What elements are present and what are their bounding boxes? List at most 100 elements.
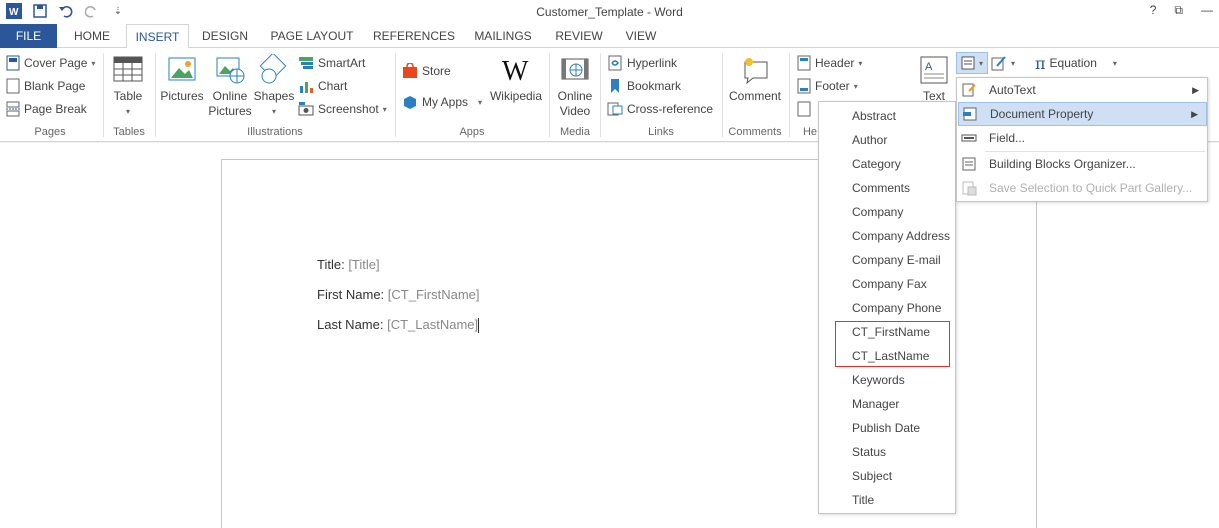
footer-icon	[797, 78, 811, 94]
page-break-button[interactable]: Page Break	[6, 99, 87, 119]
submenu-arrow-icon: ▶	[1191, 108, 1198, 119]
quick-parts-button[interactable]: ▾	[956, 52, 988, 74]
header-button[interactable]: Header ▾	[797, 53, 862, 73]
pi-icon: π	[1035, 53, 1046, 73]
menu-item-building-blocks-organizer[interactable]: Building Blocks Organizer...	[958, 152, 1207, 176]
property-status[interactable]: Status	[852, 442, 886, 462]
hyperlink-label: Hyperlink	[627, 56, 678, 70]
property-abstract[interactable]: Abstract	[852, 106, 896, 126]
smartart-label: SmartArt	[318, 56, 366, 70]
chart-label: Chart	[318, 79, 348, 93]
doc-line-last-name[interactable]: Last Name: [CT_LastName]	[317, 317, 480, 334]
screenshot-button[interactable]: Screenshot ▾	[298, 99, 387, 119]
tab-references[interactable]: REFERENCES	[369, 24, 459, 48]
wikipedia-button[interactable]: W Wikipedia	[488, 54, 544, 104]
property-company-fax[interactable]: Company Fax	[852, 274, 927, 294]
menu-item-save-selection[interactable]: Save Selection to Quick Part Gallery...	[958, 176, 1207, 200]
minimize-button[interactable]: —	[1201, 3, 1213, 18]
restore-button[interactable]: ⧉	[1174, 3, 1183, 18]
screenshot-label: Screenshot	[318, 102, 379, 116]
text-box-button[interactable]: A Text	[914, 54, 954, 104]
property-company-email[interactable]: Company E-mail	[852, 250, 941, 270]
online-video-icon	[561, 58, 589, 80]
group-label-apps: Apps	[459, 126, 485, 138]
property-company-address[interactable]: Company Address	[852, 226, 950, 246]
property-category[interactable]: Category	[852, 154, 901, 174]
property-author[interactable]: Author	[852, 130, 887, 150]
tab-home[interactable]: HOME	[62, 24, 122, 48]
my-apps-button[interactable]: My Apps ▾	[402, 92, 482, 112]
group-label-tables: Tables	[113, 126, 145, 138]
comment-icon	[744, 58, 768, 85]
my-apps-icon	[404, 96, 416, 109]
property-company-phone[interactable]: Company Phone	[852, 298, 941, 318]
chart-button[interactable]: Chart	[298, 76, 347, 96]
menu-item-document-property[interactable]: Document Property ▶	[958, 102, 1207, 126]
property-publish-date[interactable]: Publish Date	[852, 418, 920, 438]
document-property-label: Document Property	[990, 107, 1094, 121]
save-selection-icon	[961, 180, 977, 196]
property-comments[interactable]: Comments	[852, 178, 910, 198]
svg-text:W: W	[502, 56, 529, 86]
doc-label-last-name: Last Name:	[317, 317, 388, 332]
online-pictures-label-1: Online	[212, 89, 248, 103]
equation-button[interactable]: π Equation ▾	[1035, 53, 1117, 73]
group-label-media: Media	[560, 126, 590, 138]
wikipedia-label: Wikipedia	[489, 89, 543, 103]
chart-icon	[300, 82, 313, 93]
property-subject[interactable]: Subject	[852, 466, 892, 486]
comment-button[interactable]: Comment	[726, 54, 784, 104]
cross-reference-label: Cross-reference	[627, 102, 714, 116]
tab-insert[interactable]: INSERT	[126, 24, 189, 49]
custom-properties-highlight-box	[835, 321, 950, 367]
tab-mailings[interactable]: MAILINGS	[466, 24, 540, 48]
property-title[interactable]: Title	[852, 490, 874, 510]
tab-review[interactable]: REVIEW	[547, 24, 611, 48]
doc-field-first-name[interactable]: [CT_FirstName]	[388, 287, 480, 302]
online-pictures-button[interactable]: Online Pictures	[206, 54, 254, 119]
tab-page-layout[interactable]: PAGE LAYOUT	[262, 24, 362, 48]
cover-page-button[interactable]: Cover Page ▾	[6, 53, 95, 73]
footer-button[interactable]: Footer ▾	[797, 76, 858, 96]
field-icon	[961, 130, 977, 146]
hyperlink-icon	[608, 55, 622, 71]
window-title: Customer_Template - Word	[536, 5, 683, 19]
bookmark-button[interactable]: Bookmark	[607, 76, 681, 96]
blank-page-button[interactable]: Blank Page	[6, 76, 85, 96]
svg-text:A: A	[925, 61, 933, 73]
footer-label: Footer	[815, 79, 850, 93]
page-number-button[interactable]	[797, 99, 811, 119]
shapes-button[interactable]: Shapes ▾	[254, 54, 294, 119]
tab-design[interactable]: DESIGN	[193, 24, 257, 48]
group-label-illustrations: Illustrations	[247, 126, 303, 138]
online-video-button[interactable]: Online Video	[554, 54, 596, 119]
property-company[interactable]: Company	[852, 202, 903, 222]
doc-line-first-name[interactable]: First Name: [CT_FirstName]	[317, 287, 480, 302]
smartart-icon	[299, 57, 313, 69]
cross-reference-button[interactable]: Cross-reference	[607, 99, 713, 119]
doc-field-last-name[interactable]: [CT_LastName]	[387, 317, 478, 332]
tab-view[interactable]: VIEW	[615, 24, 667, 48]
shapes-label: Shapes	[253, 89, 295, 103]
page-number-icon	[797, 101, 811, 117]
save-selection-label: Save Selection to Quick Part Gallery...	[989, 181, 1193, 195]
table-button[interactable]: Table ▾	[110, 54, 146, 119]
menu-item-field[interactable]: Field...	[958, 126, 1207, 150]
pictures-button[interactable]: Pictures	[160, 54, 204, 104]
menu-item-autotext[interactable]: AutoText ▶	[958, 78, 1207, 102]
store-button[interactable]: Store	[402, 61, 451, 81]
group-label-links: Links	[648, 126, 674, 138]
property-manager[interactable]: Manager	[852, 394, 899, 414]
signature-line-icon	[991, 56, 1006, 71]
signature-line-button[interactable]: ▾	[991, 53, 1015, 73]
doc-line-title[interactable]: Title: [Title]	[317, 257, 380, 272]
hyperlink-button[interactable]: Hyperlink	[607, 53, 677, 73]
group-label-comments: Comments	[728, 126, 782, 138]
cross-reference-icon	[607, 102, 623, 116]
smartart-button[interactable]: SmartArt	[298, 53, 365, 73]
doc-field-title[interactable]: [Title]	[348, 257, 379, 272]
comment-label: Comment	[728, 89, 781, 103]
tab-file[interactable]: FILE	[0, 24, 57, 48]
help-button[interactable]: ?	[1150, 3, 1157, 18]
property-keywords[interactable]: Keywords	[852, 370, 905, 390]
